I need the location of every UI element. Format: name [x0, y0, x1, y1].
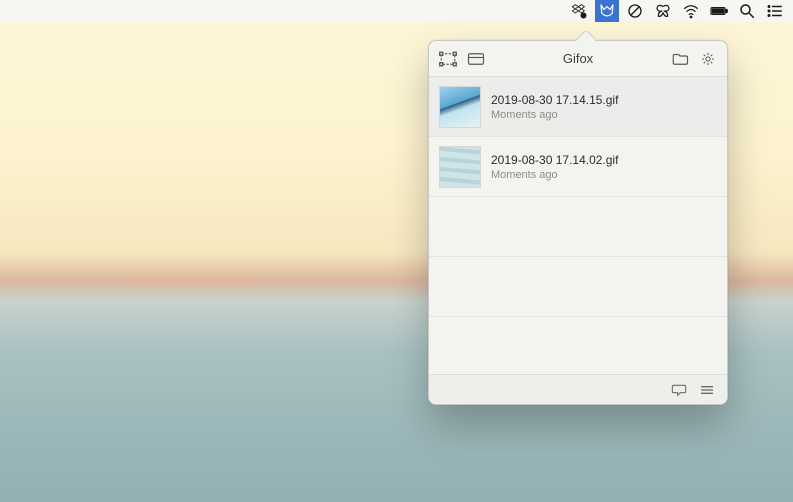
popover-arrow	[575, 31, 595, 41]
menubar	[0, 0, 793, 22]
popover-footer	[429, 374, 727, 404]
window-capture-icon[interactable]	[467, 51, 485, 67]
recordings-list: 2019-08-30 17.14.15.gif Moments ago 2019…	[429, 77, 727, 374]
thumbnail	[439, 146, 481, 188]
list-item[interactable]: 2019-08-30 17.14.02.gif Moments ago	[429, 137, 727, 197]
thumbnail	[439, 86, 481, 128]
gear-icon[interactable]	[699, 51, 717, 67]
battery-icon[interactable]	[707, 0, 731, 22]
gifox-popover: Gifox 2019-08-30 17.1	[428, 40, 728, 405]
popover-title: Gifox	[485, 51, 671, 66]
wifi-icon[interactable]	[679, 0, 703, 22]
list-icon[interactable]	[763, 0, 787, 22]
butterfly-icon[interactable]	[651, 0, 675, 22]
list-item-empty	[429, 317, 727, 374]
folder-icon[interactable]	[671, 51, 689, 67]
file-name: 2019-08-30 17.14.02.gif	[491, 153, 618, 167]
dropbox-icon[interactable]	[567, 0, 591, 22]
desktop-wallpaper: Gifox 2019-08-30 17.1	[0, 0, 793, 502]
circle-slash-icon[interactable]	[623, 0, 647, 22]
search-icon[interactable]	[735, 0, 759, 22]
speech-bubble-icon[interactable]	[671, 383, 687, 397]
list-item[interactable]: 2019-08-30 17.14.15.gif Moments ago	[429, 77, 727, 137]
file-time: Moments ago	[491, 169, 618, 181]
file-name: 2019-08-30 17.14.15.gif	[491, 93, 618, 107]
gifox-icon[interactable]	[595, 0, 619, 22]
list-item-empty	[429, 257, 727, 317]
hamburger-icon[interactable]	[699, 383, 715, 397]
popover-header: Gifox	[429, 41, 727, 77]
selection-capture-icon[interactable]	[439, 51, 457, 67]
list-item-empty	[429, 197, 727, 257]
file-time: Moments ago	[491, 109, 618, 121]
